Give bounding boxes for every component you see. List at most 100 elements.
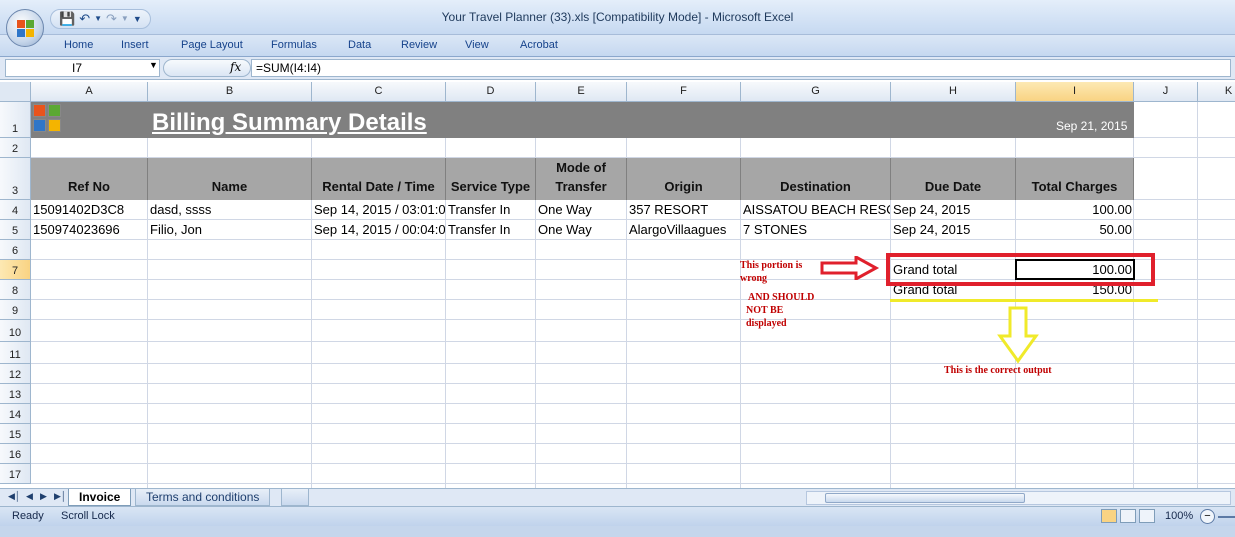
tab-formulas[interactable]: Formulas bbox=[271, 39, 317, 51]
tab-review[interactable]: Review bbox=[401, 39, 437, 51]
column-header-c[interactable]: C bbox=[312, 82, 446, 102]
scrollbar-thumb[interactable] bbox=[825, 493, 1025, 503]
row-header-2[interactable]: 2 bbox=[0, 138, 31, 158]
name-box-dropdown-icon[interactable]: ▼ bbox=[149, 60, 158, 70]
company-logo-icon bbox=[31, 102, 65, 138]
header-rental-date[interactable]: Rental Date / Time bbox=[312, 158, 446, 200]
name-box[interactable]: I7 bbox=[5, 59, 160, 77]
office-button[interactable] bbox=[6, 9, 44, 47]
page-break-preview-icon[interactable] bbox=[1139, 509, 1155, 523]
row-header-9[interactable]: 9 bbox=[0, 300, 31, 320]
row-header-14[interactable]: 14 bbox=[0, 404, 31, 424]
column-header-f[interactable]: F bbox=[627, 82, 741, 102]
cell-name[interactable]: dasd, ssss bbox=[150, 200, 310, 220]
row-header-13[interactable]: 13 bbox=[0, 384, 31, 404]
annotation-wrong-2: wrong bbox=[740, 273, 768, 284]
column-header-h[interactable]: H bbox=[891, 82, 1016, 102]
column-header-j[interactable]: J bbox=[1134, 82, 1198, 102]
tab-acrobat[interactable]: Acrobat bbox=[520, 39, 558, 51]
office-logo-icon bbox=[17, 20, 35, 38]
header-origin[interactable]: Origin bbox=[627, 158, 741, 200]
zoom-level[interactable]: 100% bbox=[1165, 510, 1193, 522]
column-header-k[interactable]: K bbox=[1198, 82, 1235, 102]
row-header-1[interactable]: 1 bbox=[0, 102, 31, 138]
zoom-slider[interactable] bbox=[1218, 516, 1235, 518]
cell-origin[interactable]: 357 RESORT bbox=[629, 200, 740, 220]
formula-input[interactable]: =SUM(I4:I4) bbox=[251, 59, 1231, 77]
row-header-15[interactable]: 15 bbox=[0, 424, 31, 444]
cell-mode[interactable]: One Way bbox=[538, 220, 626, 240]
cell-rental-date[interactable]: Sep 14, 2015 / 00:04:0 bbox=[314, 220, 445, 240]
header-destination[interactable]: Destination bbox=[741, 158, 891, 200]
normal-view-icon[interactable] bbox=[1101, 509, 1117, 523]
gridline-horizontal bbox=[31, 341, 1235, 342]
column-header-d[interactable]: D bbox=[446, 82, 536, 102]
annotation-should-1: AND SHOULD bbox=[748, 292, 815, 303]
row-header-8[interactable]: 8 bbox=[0, 280, 31, 300]
row-header-17[interactable]: 17 bbox=[0, 464, 31, 484]
insert-function-icon[interactable]: fx bbox=[230, 60, 241, 74]
cell-due-date[interactable]: Sep 24, 2015 bbox=[893, 200, 1015, 220]
spreadsheet-grid: ABCDEFGHIJK 1 2 3 4 5 6 7 8 9 10 11 12 13 14 15 16 17 Bi… bbox=[0, 82, 1235, 488]
cell-ref-no[interactable]: 15091402D3C8 bbox=[33, 200, 147, 220]
row-header-10[interactable]: 10 bbox=[0, 320, 31, 342]
zoom-out-icon[interactable]: − bbox=[1200, 509, 1215, 524]
column-header-b[interactable]: B bbox=[148, 82, 312, 102]
last-sheet-icon[interactable]: ▶│ bbox=[54, 491, 67, 502]
first-sheet-icon[interactable]: ◀│ bbox=[8, 491, 21, 502]
cell-total-charges[interactable]: 100.00 bbox=[1016, 200, 1132, 220]
cell-due-date[interactable]: Sep 24, 2015 bbox=[893, 220, 1015, 240]
row-header-12[interactable]: 12 bbox=[0, 364, 31, 384]
row-header-7[interactable]: 7 bbox=[0, 260, 31, 280]
sheet-tab-invoice[interactable]: Invoice bbox=[68, 489, 132, 506]
prev-sheet-icon[interactable]: ◀ bbox=[26, 491, 33, 502]
row-header-3[interactable]: 3 bbox=[0, 158, 31, 200]
row-header-6[interactable]: 6 bbox=[0, 240, 31, 260]
header-ref-no[interactable]: Ref No bbox=[31, 158, 148, 200]
header-name[interactable]: Name bbox=[148, 158, 312, 200]
gridline-horizontal bbox=[31, 403, 1235, 404]
cell-mode[interactable]: One Way bbox=[538, 200, 626, 220]
cell-service-type[interactable]: Transfer In bbox=[448, 200, 535, 220]
horizontal-scrollbar[interactable] bbox=[806, 491, 1231, 505]
row-header-5[interactable]: 5 bbox=[0, 220, 31, 240]
annotation-wrong-1: This portion is bbox=[740, 260, 803, 271]
sheet-tab-terms[interactable]: Terms and conditions bbox=[135, 489, 271, 506]
cell-ref-no[interactable]: 150974023696 bbox=[33, 220, 147, 240]
cell-destination[interactable]: 7 STONES bbox=[743, 220, 890, 240]
cell-service-type[interactable]: Transfer In bbox=[448, 220, 535, 240]
column-header-e[interactable]: E bbox=[536, 82, 627, 102]
red-arrow-icon bbox=[820, 256, 880, 280]
column-header-g[interactable]: G bbox=[741, 82, 891, 102]
cell-origin[interactable]: AlargoVillaagues bbox=[629, 220, 740, 240]
header-service-type[interactable]: Service Type bbox=[446, 158, 536, 200]
column-header-i[interactable]: I bbox=[1016, 82, 1134, 102]
column-header-a[interactable]: A bbox=[31, 82, 148, 102]
row-header-11[interactable]: 11 bbox=[0, 342, 31, 364]
cell-total-charges[interactable]: 50.00 bbox=[1016, 220, 1132, 240]
row-header-16[interactable]: 16 bbox=[0, 444, 31, 464]
ribbon-tabs: Home Insert Page Layout Formulas Data Re… bbox=[0, 35, 1235, 57]
gridline-horizontal bbox=[31, 363, 1235, 364]
gridline-horizontal bbox=[31, 443, 1235, 444]
tab-view[interactable]: View bbox=[465, 39, 489, 51]
cell-name[interactable]: Filio, Jon bbox=[150, 220, 310, 240]
tab-home[interactable]: Home bbox=[64, 39, 93, 51]
next-sheet-icon[interactable]: ▶ bbox=[40, 491, 47, 502]
tab-insert[interactable]: Insert bbox=[121, 39, 149, 51]
page-layout-view-icon[interactable] bbox=[1120, 509, 1136, 523]
header-total-charges[interactable]: Total Charges bbox=[1016, 158, 1134, 200]
tab-data[interactable]: Data bbox=[348, 39, 371, 51]
cell-rental-date[interactable]: Sep 14, 2015 / 03:01:0 bbox=[314, 200, 445, 220]
gridline-horizontal bbox=[31, 423, 1235, 424]
cell-destination[interactable]: AISSATOU BEACH RESOR bbox=[743, 200, 890, 220]
select-all-corner[interactable] bbox=[0, 82, 31, 102]
header-due-date[interactable]: Due Date bbox=[891, 158, 1016, 200]
tab-page-layout[interactable]: Page Layout bbox=[181, 39, 243, 51]
window-bottom-edge bbox=[0, 526, 1235, 537]
annotation-should-2: NOT BE bbox=[746, 305, 784, 316]
insert-sheet-icon[interactable] bbox=[281, 489, 309, 506]
sheet-date: Sep 21, 2015 bbox=[1056, 119, 1128, 133]
header-mode-of-transfer[interactable]: Mode of Transfer bbox=[536, 158, 627, 200]
row-header-4[interactable]: 4 bbox=[0, 200, 31, 220]
